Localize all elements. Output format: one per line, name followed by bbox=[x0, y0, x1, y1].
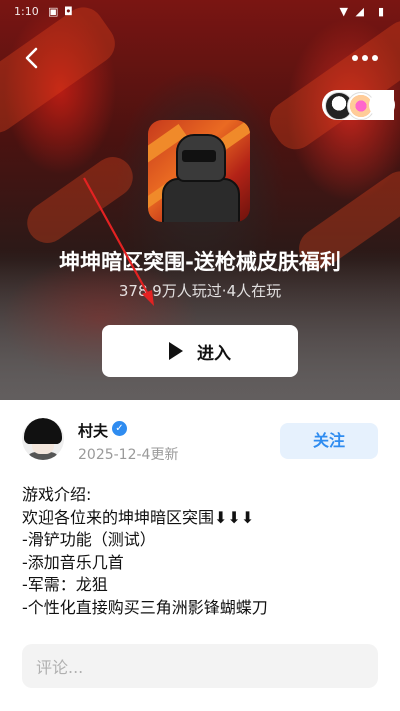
comment-box[interactable] bbox=[22, 644, 378, 690]
notification-icon: ▣ bbox=[48, 5, 59, 18]
description-line: -个性化直接购买三角洲影锋蝴蝶刀 bbox=[22, 597, 268, 617]
player-avatar bbox=[369, 92, 395, 118]
play-icon bbox=[169, 342, 183, 360]
wifi-icon: ▼ bbox=[339, 5, 348, 18]
notification-icon-2: ◘ bbox=[64, 5, 73, 18]
follow-button[interactable]: 关注 bbox=[280, 423, 378, 459]
battery-icon: ▮ bbox=[377, 5, 384, 18]
enter-game-button[interactable]: 进入 bbox=[102, 325, 298, 377]
comment-input[interactable] bbox=[34, 644, 368, 690]
game-title: 坤坤暗区突围-送枪械皮肤福利 bbox=[59, 250, 341, 274]
content-panel: 村夫 ✓ 2025-12-4更新 关注 游戏介绍: 欢迎各位来的坤坤暗区突围⬇⬇… bbox=[0, 400, 400, 711]
description-line: 游戏介绍: bbox=[22, 485, 92, 504]
description-line: -添加音乐几首 bbox=[22, 552, 124, 572]
status-bar: 1:10 ▣ ◘ ▼ ◢ ▮ bbox=[0, 0, 400, 24]
description-line: -军需：龙狙 bbox=[22, 575, 108, 594]
more-options-icon[interactable] bbox=[350, 48, 380, 68]
status-time: 1:10 bbox=[14, 5, 39, 18]
player-avatars[interactable] bbox=[322, 90, 395, 120]
update-date: 2025-12-4更新 bbox=[78, 447, 179, 463]
author-name[interactable]: 村夫 bbox=[78, 420, 108, 441]
verified-icon: ✓ bbox=[112, 421, 127, 436]
enter-label: 进入 bbox=[197, 343, 231, 364]
game-stats: 378.9万人玩过·4人在玩 bbox=[118, 282, 282, 300]
description-line: 欢迎各位来的坤坤暗区突围⬇⬇⬇ bbox=[22, 507, 255, 527]
description-line: -滑铲功能（测试） bbox=[22, 530, 156, 549]
game-icon bbox=[148, 120, 250, 222]
author-avatar[interactable] bbox=[22, 418, 64, 460]
back-icon[interactable] bbox=[18, 44, 46, 72]
signal-icon: ◢ bbox=[355, 5, 364, 18]
game-description: 游戏介绍: 欢迎各位来的坤坤暗区突围⬇⬇⬇ -滑铲功能（测试） -添加音乐几首 … bbox=[22, 484, 382, 619]
